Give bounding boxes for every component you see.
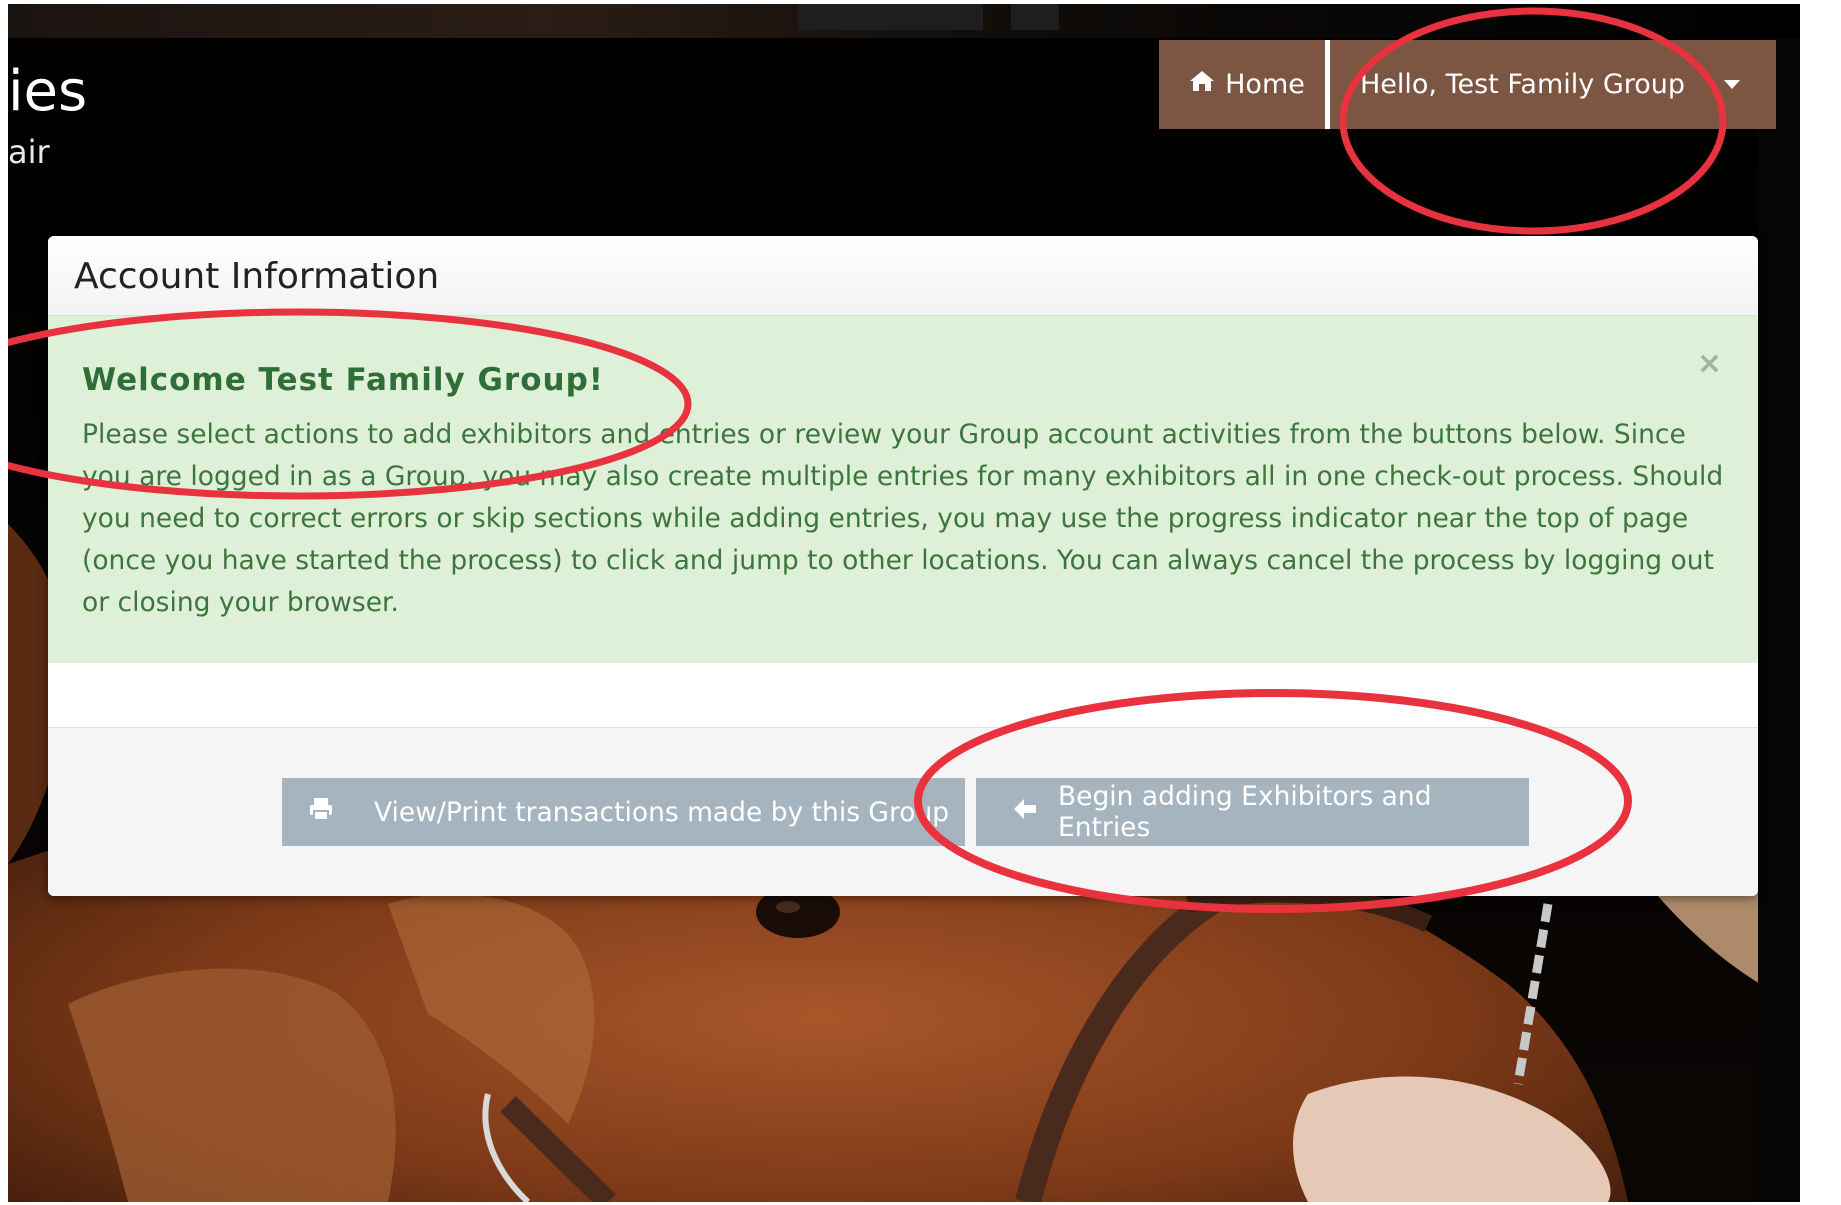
home-nav-label: Home [1225,69,1305,100]
user-menu-label: Hello, Test Family Group [1360,69,1686,100]
welcome-alert: × Welcome Test Family Group! Please sele… [48,316,1758,663]
site-title-fragment: ies [8,59,88,124]
home-icon [1189,69,1215,100]
top-navbar: Home Hello, Test Family Group [1159,40,1776,129]
caret-down-icon [1724,80,1740,89]
page-stage: ies air Home Hello, Test Family Group Ac… [8,4,1800,1202]
site-subtitle-fragment: air [8,133,50,171]
account-information-panel: Account Information × Welcome Test Famil… [48,236,1758,896]
view-print-transactions-button[interactable]: View/Print transactions made by this Gro… [282,778,965,846]
close-icon[interactable]: × [1697,346,1722,381]
alert-body: Please select actions to add exhibitors … [82,419,1724,618]
panel-footer: View/Print transactions made by this Gro… [48,727,1758,896]
arrow-left-icon [1012,797,1038,828]
begin-adding-exhibitors-label: Begin adding Exhibitors and Entries [1058,781,1432,843]
view-print-transactions-label: View/Print transactions made by this Gro… [374,796,950,828]
home-nav-link[interactable]: Home [1159,40,1325,129]
printer-icon [308,796,334,829]
alert-heading: Welcome Test Family Group! [82,362,604,398]
user-menu-dropdown[interactable]: Hello, Test Family Group [1330,40,1776,129]
panel-title: Account Information [48,236,1758,316]
begin-adding-exhibitors-button[interactable]: Begin adding Exhibitors and Entries [976,778,1529,846]
